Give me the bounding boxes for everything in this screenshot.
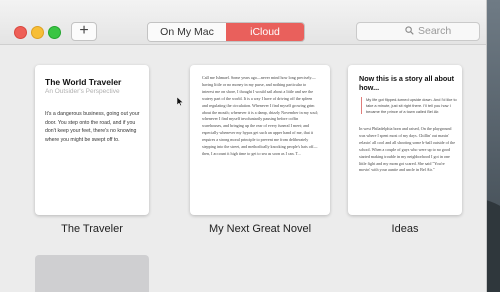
search-placeholder: Search bbox=[418, 25, 452, 37]
document-blockquote: My life got flipped-turned upside down. … bbox=[361, 97, 458, 115]
mouse-pointer-icon bbox=[177, 97, 184, 106]
app-window: + On My Mac iCloud Search The World Trav… bbox=[0, 0, 487, 292]
close-window-button[interactable] bbox=[14, 26, 27, 39]
window-toolbar: + On My Mac iCloud Search bbox=[0, 0, 486, 45]
document-preview-text: It's a dangerous business, going out you… bbox=[45, 111, 140, 143]
search-field[interactable]: Search bbox=[356, 22, 480, 41]
document-name-ideas[interactable]: Ideas bbox=[348, 223, 462, 235]
search-icon bbox=[405, 26, 414, 35]
document-card-my-next-great-novel[interactable]: Call me Ishmael. Some years ago—never mi… bbox=[190, 65, 330, 215]
document-subheading: An Outsider's Perspective bbox=[45, 88, 120, 95]
document-heading: Now this is a story all about how... bbox=[359, 74, 455, 92]
document-preview-text: Call me Ishmael. Some years ago—never mi… bbox=[202, 75, 318, 156]
tab-icloud[interactable]: iCloud bbox=[226, 23, 304, 41]
storage-location-switcher: On My Mac iCloud bbox=[147, 22, 305, 42]
document-name-my-next-great-novel[interactable]: My Next Great Novel bbox=[180, 223, 340, 235]
document-heading: The World Traveler bbox=[45, 77, 122, 87]
document-card-partial[interactable] bbox=[35, 255, 149, 292]
minimize-window-button[interactable] bbox=[31, 26, 44, 39]
zoom-window-button[interactable] bbox=[48, 26, 61, 39]
new-document-button[interactable]: + bbox=[71, 22, 97, 41]
document-card-ideas[interactable]: Now this is a story all about how... My … bbox=[348, 65, 462, 215]
tab-on-my-mac[interactable]: On My Mac bbox=[148, 23, 226, 41]
document-preview-text: In west Philadelphia born and raised, On… bbox=[359, 126, 456, 173]
document-grid: The World Traveler An Outsider's Perspec… bbox=[0, 45, 486, 292]
document-card-the-traveler[interactable]: The World Traveler An Outsider's Perspec… bbox=[35, 65, 149, 215]
document-name-the-traveler[interactable]: The Traveler bbox=[35, 223, 149, 235]
